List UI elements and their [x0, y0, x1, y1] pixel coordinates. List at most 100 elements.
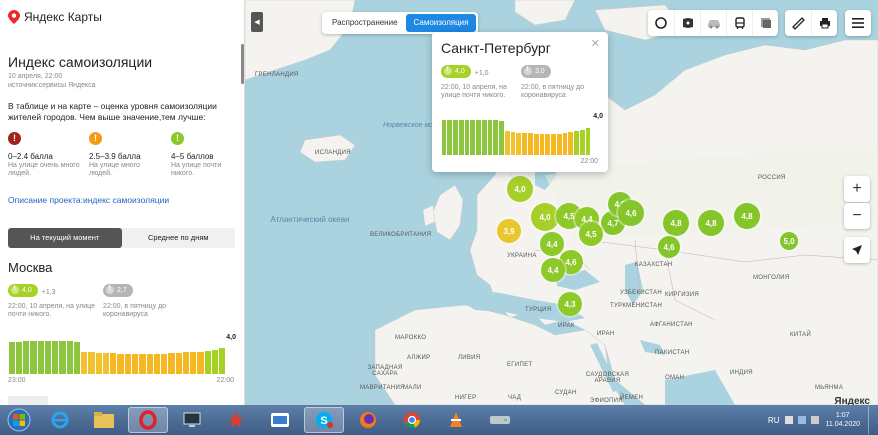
- tab-current[interactable]: На текущий момент: [8, 228, 122, 248]
- chart-bar: [556, 133, 562, 155]
- opera-taskbar-button[interactable]: [128, 407, 168, 433]
- chart-bar: [81, 351, 88, 374]
- drive-taskbar-button[interactable]: [480, 407, 520, 433]
- chart-bar: [88, 352, 95, 374]
- chart-bar: [73, 341, 81, 374]
- city-bubble[interactable]: 4,8: [663, 210, 689, 236]
- page-title: Индекс самоизоляции: [8, 54, 153, 70]
- transit-icon[interactable]: [726, 10, 752, 36]
- show-desktop-button[interactable]: [868, 406, 878, 434]
- index-delta: +1,3: [41, 289, 56, 296]
- svg-text:S: S: [320, 415, 327, 427]
- city-bubble[interactable]: 4,0: [531, 203, 559, 231]
- map-label: ГРЕНЛАНДИЯ: [255, 72, 299, 78]
- ruler-icon[interactable]: [785, 10, 811, 36]
- firefox-taskbar-button[interactable]: [348, 407, 388, 433]
- zoom-in-button[interactable]: +: [844, 176, 870, 202]
- chart-max-label: 4,0: [593, 113, 603, 120]
- tray-network-icon[interactable]: [798, 416, 807, 424]
- city-bubble[interactable]: 5,0: [780, 232, 798, 250]
- opera-icon: [139, 410, 157, 430]
- map-label: ИРАН: [597, 331, 615, 337]
- chart-bar: [59, 340, 66, 374]
- brand[interactable]: Яндекс Карты: [8, 10, 102, 24]
- ie-taskbar-button[interactable]: [40, 407, 80, 433]
- chart-bar: [197, 351, 204, 374]
- menu-icon[interactable]: [845, 10, 871, 36]
- current-note: 22:00, 10 апреля, на улице почти никого.: [441, 84, 507, 99]
- tray-icons: [785, 416, 820, 424]
- wmc-taskbar-button[interactable]: [260, 407, 300, 433]
- legend-item: 2.5–3.9 балла На улице много людей.: [89, 132, 161, 178]
- geolocation-button[interactable]: [844, 237, 870, 263]
- windows-logo-icon: [7, 408, 31, 432]
- legend-item: 4–5 баллов На улице почти никого.: [171, 132, 243, 178]
- brand-name: Яндекс Карты: [24, 10, 102, 24]
- clock[interactable]: 1:07 11.04.2020: [825, 411, 860, 429]
- chart-bar: [52, 340, 59, 374]
- scrollbar[interactable]: [241, 44, 244, 84]
- city-bubble[interactable]: 4,4: [541, 258, 565, 282]
- map-label: АФГАНИСТАН: [650, 322, 693, 328]
- vlc-taskbar-button[interactable]: [436, 407, 476, 433]
- city-bubble[interactable]: 4,8: [734, 203, 760, 229]
- chart-bar: [447, 120, 453, 155]
- print-icon[interactable]: [811, 10, 837, 36]
- tray-volume-icon[interactable]: [811, 416, 820, 424]
- chart-bar: [527, 132, 533, 155]
- explorer-taskbar-button[interactable]: [84, 407, 124, 433]
- map-type-icon[interactable]: [752, 10, 778, 36]
- clock-time: 1:07: [835, 412, 850, 419]
- city-bubble[interactable]: 4,5: [579, 222, 603, 246]
- chart-bar: [132, 353, 139, 374]
- screen: ГРЕНЛАНДИЯ ИСЛАНДИЯ Норвежское море Атла…: [0, 0, 878, 435]
- yandex-maps-logo-icon: [8, 10, 20, 24]
- city-bubble[interactable]: 4,0: [507, 176, 533, 202]
- panorama-icon[interactable]: [674, 10, 700, 36]
- tray-flag-icon[interactable]: [785, 416, 794, 424]
- city-bubble[interactable]: 4,8: [698, 210, 724, 236]
- collapse-panel-button[interactable]: ◀: [251, 12, 263, 32]
- layer-toolbar: [648, 10, 778, 36]
- chrome-taskbar-button[interactable]: [392, 407, 432, 433]
- project-description-link[interactable]: Описание проекта:индекс самоизоляции: [8, 195, 169, 205]
- index-delta: +1,0: [474, 70, 489, 77]
- chrome-icon: [404, 412, 421, 429]
- map-label: МЬЯНМА: [815, 385, 844, 391]
- close-icon[interactable]: ✕: [591, 37, 600, 50]
- map-label: ЕГИПЕТ: [507, 362, 533, 368]
- map-label: ЧАД: [508, 395, 522, 401]
- app-taskbar-button[interactable]: [216, 407, 256, 433]
- monitor-taskbar-button[interactable]: [172, 407, 212, 433]
- start-button[interactable]: [2, 407, 36, 433]
- language-indicator[interactable]: RU: [768, 416, 780, 425]
- skype-taskbar-button[interactable]: S: [304, 407, 344, 433]
- menu-button[interactable]: [845, 10, 871, 36]
- map-label: МОНГОЛИЯ: [753, 275, 790, 281]
- city-bubble[interactable]: 4,3: [558, 292, 582, 316]
- chart-bar: [533, 133, 539, 155]
- mode-spread-tab[interactable]: Распространение: [324, 14, 406, 32]
- layers-icon[interactable]: [648, 10, 674, 36]
- location-arrow-icon: [852, 245, 862, 255]
- city-bubble[interactable]: 4,6: [618, 200, 644, 226]
- current-index-badge: 4,0: [441, 64, 471, 78]
- city-name: Москва: [8, 260, 53, 275]
- zoom-out-button[interactable]: −: [844, 203, 870, 229]
- mode-isolation-tab[interactable]: Самоизоляция: [405, 14, 477, 32]
- city-bubble[interactable]: 3,9: [497, 219, 521, 243]
- traffic-icon[interactable]: [700, 10, 726, 36]
- map-mode-switch[interactable]: Распространение Самоизоляция: [322, 12, 479, 34]
- chart-bar: [182, 352, 190, 374]
- alert-icon: [171, 132, 184, 145]
- city-bubble[interactable]: 4,4: [540, 232, 564, 256]
- update-date: 10 апреля, 22:00: [8, 73, 63, 80]
- clock-date: 11.04.2020: [825, 421, 860, 428]
- city-chart: 4,0: [8, 334, 236, 374]
- chart-bar: [551, 133, 556, 155]
- chart-end-label: 22:00: [216, 377, 234, 384]
- city-bubble[interactable]: 4,6: [658, 236, 680, 258]
- windows-taskbar: S RU 1:07 11.04.2020: [0, 405, 878, 435]
- map-label: НИГЕР: [455, 395, 477, 401]
- tab-daily-average[interactable]: Среднее по дням: [122, 228, 236, 248]
